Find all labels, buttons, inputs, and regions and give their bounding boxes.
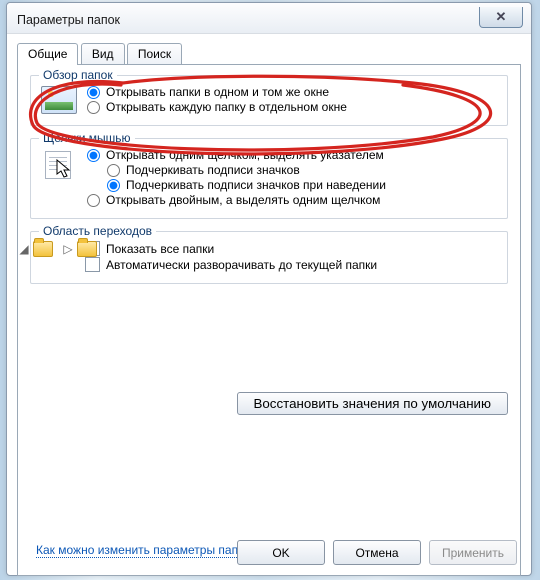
tree-collapse-icon: ◢ bbox=[19, 242, 29, 256]
radio-underline-always[interactable]: Подчеркивать подписи значков bbox=[87, 163, 497, 177]
dialog-buttons: OK Отмена Применить bbox=[237, 540, 517, 565]
tab-search[interactable]: Поиск bbox=[127, 43, 182, 64]
radio-open-same-window[interactable]: Открывать папки в одном и том же окне bbox=[87, 85, 497, 99]
cancel-button[interactable]: Отмена bbox=[333, 540, 421, 565]
radio-underline-hover[interactable]: Подчеркивать подписи значков при наведен… bbox=[87, 178, 497, 192]
radio-double-click-input[interactable] bbox=[87, 194, 100, 207]
radio-single-click[interactable]: Открывать одним щелчком, выделять указат… bbox=[87, 148, 497, 162]
group-browse-legend: Обзор папок bbox=[39, 68, 117, 82]
window-picture-icon bbox=[41, 86, 77, 114]
radio-open-new-window-input[interactable] bbox=[87, 101, 100, 114]
nav-pane-icon: ◢ ▷ bbox=[41, 238, 75, 258]
radio-double-click-label: Открывать двойным, а выделять одним щелч… bbox=[106, 193, 380, 207]
titlebar: Параметры папок ✕ bbox=[7, 3, 531, 34]
group-click-legend: Щелчки мышью bbox=[39, 131, 135, 145]
group-navigation-pane: Область переходов ◢ ▷ Показать все папки… bbox=[30, 231, 508, 284]
radio-underline-always-input[interactable] bbox=[107, 164, 120, 177]
close-button[interactable]: ✕ bbox=[479, 7, 523, 28]
radio-single-click-label: Открывать одним щелчком, выделять указат… bbox=[106, 148, 384, 162]
group-browse-folders: Обзор папок Открывать папки в одном и то… bbox=[30, 75, 508, 126]
restore-defaults-button[interactable]: Восстановить значения по умолчанию bbox=[237, 392, 509, 415]
click-behavior-icon bbox=[41, 147, 77, 179]
tree-expand-icon: ▷ bbox=[63, 242, 73, 256]
checkbox-show-all-folders-label: Показать все папки bbox=[106, 242, 214, 256]
radio-open-new-window-label: Открывать каждую папку в отдельном окне bbox=[106, 100, 347, 114]
folder-icon bbox=[33, 241, 53, 257]
radio-underline-always-label: Подчеркивать подписи значков bbox=[126, 163, 300, 177]
ok-button[interactable]: OK bbox=[237, 540, 325, 565]
tab-panel-general: Обзор папок Открывать папки в одном и то… bbox=[17, 64, 521, 576]
radio-open-same-window-input[interactable] bbox=[87, 86, 100, 99]
checkbox-show-all-folders[interactable]: Показать все папки bbox=[85, 241, 497, 256]
apply-button[interactable]: Применить bbox=[429, 540, 517, 565]
tab-general[interactable]: Общие bbox=[17, 43, 78, 65]
group-click-behavior: Щелчки мышью Открывать одним щелчком, вы… bbox=[30, 138, 508, 219]
checkbox-auto-expand[interactable]: Автоматически разворачивать до текущей п… bbox=[85, 257, 497, 272]
radio-underline-hover-input[interactable] bbox=[107, 179, 120, 192]
radio-double-click[interactable]: Открывать двойным, а выделять одним щелч… bbox=[87, 193, 497, 207]
checkbox-auto-expand-label: Автоматически разворачивать до текущей п… bbox=[106, 258, 377, 272]
tab-view[interactable]: Вид bbox=[81, 43, 125, 64]
help-link-text: Как можно изменить параметры папок? bbox=[36, 543, 257, 558]
folder-options-dialog: Параметры папок ✕ Общие Вид Поиск Обзор … bbox=[6, 2, 532, 576]
group-nav-legend: Область переходов bbox=[39, 224, 156, 238]
radio-open-new-window[interactable]: Открывать каждую папку в отдельном окне bbox=[87, 100, 497, 114]
tabs: Общие Вид Поиск bbox=[17, 42, 521, 64]
folder-icon bbox=[77, 241, 97, 257]
radio-underline-hover-label: Подчеркивать подписи значков при наведен… bbox=[126, 178, 386, 192]
help-link[interactable]: Как можно изменить параметры папок? bbox=[36, 543, 257, 557]
checkbox-auto-expand-input[interactable] bbox=[85, 257, 100, 272]
radio-single-click-input[interactable] bbox=[87, 149, 100, 162]
close-icon: ✕ bbox=[496, 9, 507, 25]
radio-open-same-window-label: Открывать папки в одном и том же окне bbox=[106, 85, 329, 99]
window-title: Параметры папок bbox=[17, 13, 120, 27]
browse-folders-icon bbox=[41, 84, 77, 114]
cursor-icon bbox=[56, 159, 74, 179]
